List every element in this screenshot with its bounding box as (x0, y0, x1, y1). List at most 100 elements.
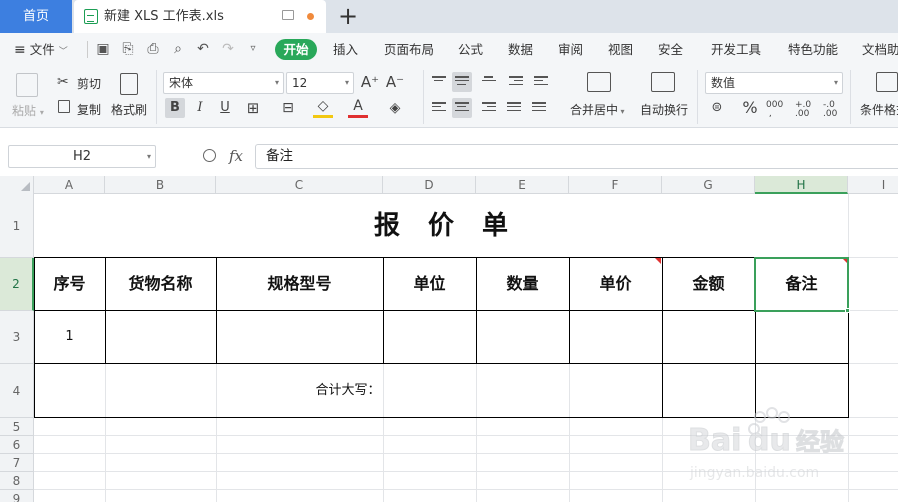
align-center-icon[interactable] (452, 98, 472, 118)
scissors-icon[interactable]: ✂ (57, 74, 69, 90)
increase-decimal-icon[interactable]: +.0.00 (795, 101, 811, 119)
italic-button[interactable]: I (190, 98, 210, 118)
header-cell-quantity[interactable]: 数量 (476, 258, 569, 310)
row-header-8[interactable]: 8 (0, 472, 34, 490)
row-header-4[interactable]: 4 (0, 364, 34, 418)
number-format-select[interactable]: 数值 ▾ (705, 72, 843, 94)
column-header-b[interactable]: B (105, 176, 216, 194)
font-name-select[interactable]: 宋体 ▾ (163, 72, 284, 94)
format-painter-button[interactable]: 格式刷 (111, 101, 147, 118)
clear-format-icon[interactable]: ◈ (385, 98, 405, 118)
zoom-icon[interactable] (203, 149, 216, 162)
bold-button[interactable]: B (165, 98, 185, 118)
row-header-2[interactable]: 2 (0, 258, 34, 311)
row-header-5[interactable]: 5 (0, 418, 34, 436)
column-header-g[interactable]: G (662, 176, 755, 194)
column-header-a[interactable]: A (34, 176, 105, 194)
align-top-icon[interactable] (432, 76, 446, 88)
percent-button[interactable]: % (740, 98, 760, 118)
decrease-font-icon[interactable]: A⁻ (385, 72, 405, 92)
format-painter-icon[interactable] (120, 73, 138, 95)
paste-icon[interactable] (16, 73, 38, 97)
thousands-icon[interactable]: 000 , (766, 101, 783, 119)
name-box[interactable]: H2 ▾ (8, 145, 156, 168)
save-icon[interactable]: ▣ (96, 42, 110, 56)
menu-special[interactable]: 特色功能 (788, 33, 838, 66)
formula-input[interactable]: 备注 (255, 144, 898, 169)
function-icon[interactable]: fx (229, 147, 243, 165)
menu-developer[interactable]: 开发工具 (711, 33, 761, 66)
menu-review[interactable]: 审阅 (558, 33, 583, 66)
print-icon[interactable]: ⎙ (146, 42, 160, 56)
tab-document[interactable]: 新建 XLS 工作表.xls (74, 0, 326, 33)
menu-page-layout[interactable]: 页面布局 (384, 33, 434, 66)
fill-color-icon[interactable]: ◇ (313, 98, 333, 118)
export-icon[interactable]: ⎘ (121, 42, 135, 56)
distribute-icon[interactable] (532, 102, 546, 114)
align-left-icon[interactable] (432, 102, 446, 114)
conditional-format-icon[interactable] (876, 72, 898, 92)
conditional-format-button[interactable]: 条件格式 (860, 101, 898, 118)
menu-doc-assistant[interactable]: 文档助 (862, 33, 898, 66)
underline-button[interactable]: U (215, 98, 235, 118)
row-header-7[interactable]: 7 (0, 454, 34, 472)
font-color-icon[interactable]: A (348, 98, 368, 118)
merge-center-icon[interactable] (587, 72, 611, 92)
header-cell-unit[interactable]: 单位 (383, 258, 476, 310)
menu-data[interactable]: 数据 (508, 33, 533, 66)
header-cell-unit-price[interactable]: 单价 (569, 258, 662, 310)
ribbon-toolbar: 粘贴 ▾ ✂ 剪切 复制 格式刷 宋体 ▾ 12 ▾ A⁺ A⁻ B I U ⊞… (0, 66, 898, 128)
undo-icon[interactable]: ↶ (196, 42, 210, 56)
row-header-9[interactable]: 9 (0, 490, 34, 502)
new-tab-button[interactable]: + (338, 3, 358, 29)
copy-button[interactable]: 复制 (77, 101, 101, 118)
column-header-f[interactable]: F (569, 176, 662, 194)
column-header-c[interactable]: C (216, 176, 383, 194)
align-right-icon[interactable] (482, 102, 496, 114)
column-header-h[interactable]: H (755, 176, 848, 194)
chevron-down-icon: ﹀ (58, 47, 68, 57)
align-bottom-icon[interactable] (482, 76, 496, 88)
file-menu[interactable]: ≡ 文件 ﹀ (14, 33, 68, 69)
cell-a3[interactable]: 1 (34, 311, 105, 363)
select-all-corner[interactable] (0, 176, 34, 194)
borders-icon[interactable]: ⊞ (243, 98, 263, 118)
header-cell-index[interactable]: 序号 (34, 258, 105, 310)
menu-view[interactable]: 视图 (608, 33, 633, 66)
merge-center-button[interactable]: 合并居中 ▾ (570, 101, 625, 118)
total-amount-words-cell[interactable]: 合计大写： (34, 364, 662, 417)
header-cell-amount[interactable]: 金额 (662, 258, 755, 310)
align-middle-icon[interactable] (452, 72, 472, 92)
wrap-text-button[interactable]: 自动换行 (640, 101, 688, 118)
menu-security[interactable]: 安全 (658, 33, 683, 66)
wrap-text-icon[interactable] (651, 72, 675, 92)
fill-style-icon[interactable]: ⊟ (278, 98, 298, 118)
redo-icon[interactable]: ↷ (221, 42, 235, 56)
column-header-i[interactable]: I (848, 176, 898, 194)
column-header-d[interactable]: D (383, 176, 476, 194)
copy-icon[interactable] (58, 100, 70, 113)
tab-home[interactable]: 首页 (0, 0, 72, 33)
menu-insert[interactable]: 插入 (333, 33, 358, 66)
print-preview-icon[interactable]: ⌕ (171, 42, 185, 56)
paste-button[interactable]: 粘贴 ▾ (12, 102, 44, 119)
currency-icon[interactable]: ⊜ (707, 98, 727, 118)
justify-icon[interactable] (507, 102, 521, 114)
outdent-icon[interactable] (509, 76, 523, 88)
monitor-icon[interactable] (282, 10, 294, 20)
fill-handle[interactable] (845, 308, 850, 313)
row-header-1[interactable]: 1 (0, 194, 34, 258)
indent-icon[interactable] (534, 76, 548, 88)
decrease-decimal-icon[interactable]: -.0.00 (823, 101, 837, 119)
customize-icon[interactable]: ▿ (246, 42, 260, 56)
row-header-6[interactable]: 6 (0, 436, 34, 454)
column-header-e[interactable]: E (476, 176, 569, 194)
row-header-3[interactable]: 3 (0, 311, 34, 364)
font-size-select[interactable]: 12 ▾ (286, 72, 354, 94)
header-cell-goods-name[interactable]: 货物名称 (105, 258, 216, 310)
menu-start[interactable]: 开始 (275, 39, 317, 60)
cut-button[interactable]: 剪切 (77, 75, 101, 92)
increase-font-icon[interactable]: A⁺ (360, 72, 380, 92)
menu-formulas[interactable]: 公式 (458, 33, 483, 66)
header-cell-spec[interactable]: 规格型号 (216, 258, 383, 310)
